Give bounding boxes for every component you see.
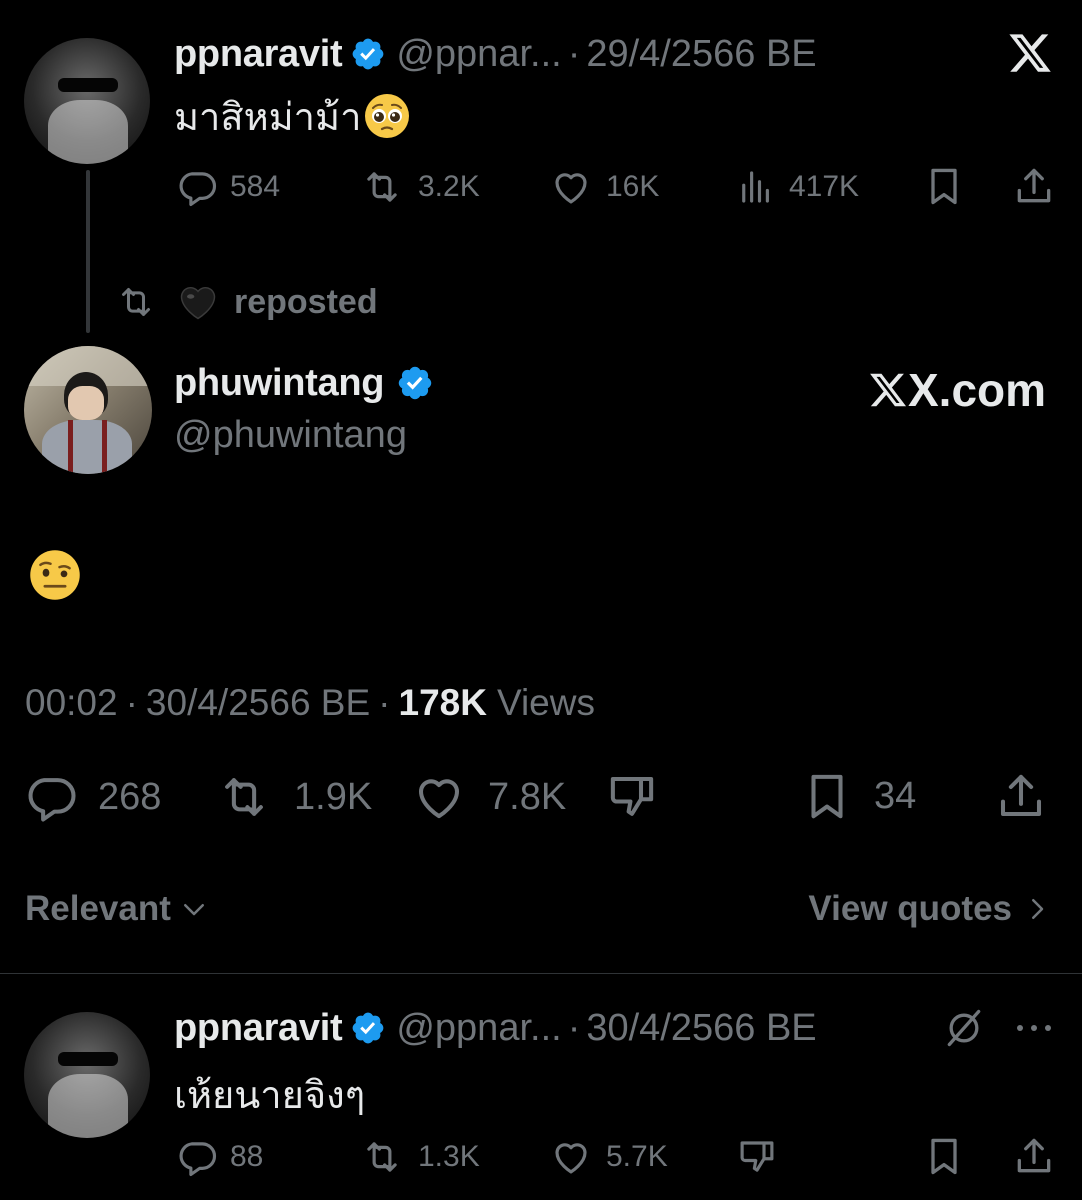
bookmark-icon xyxy=(922,1134,966,1178)
separator-dot: · xyxy=(378,682,391,723)
repost-count: 1.3K xyxy=(418,1140,480,1173)
view-quotes-label: View quotes xyxy=(808,889,1012,928)
thumbs-down-icon xyxy=(734,1136,780,1178)
sort-label: Relevant xyxy=(25,889,171,928)
share-icon xyxy=(1012,164,1056,208)
verified-badge-icon xyxy=(350,1010,386,1046)
repost-action[interactable]: 1.9K xyxy=(214,770,372,824)
repost-action[interactable]: 1.3K xyxy=(358,1136,480,1178)
tweet-date[interactable]: 30/4/2566 BE xyxy=(146,682,370,724)
tweet-text: มาสิหม่าม้า xyxy=(174,90,411,142)
repost-icon xyxy=(214,770,274,824)
like-count: 5.7K xyxy=(606,1140,668,1173)
separator-dot: · xyxy=(125,682,138,723)
heart-icon xyxy=(548,166,594,208)
main-handle-row: @phuwintang xyxy=(174,414,407,457)
repost-indicator: reposted xyxy=(114,278,378,326)
tweet-text-content: มาสิหม่าม้า xyxy=(174,96,362,139)
bookmark-count: 34 xyxy=(874,774,917,817)
like-action[interactable]: 7.8K xyxy=(410,770,566,824)
reply-action[interactable]: 584 xyxy=(176,166,280,208)
like-action[interactable]: 5.7K xyxy=(548,1136,668,1178)
thread-connector xyxy=(86,170,90,333)
separator-dot: · xyxy=(567,1006,581,1049)
views-label[interactable]: Views xyxy=(497,682,595,724)
bookmark-action[interactable] xyxy=(922,1134,966,1178)
repost-count: 3.2K xyxy=(418,170,480,203)
like-action[interactable]: 16K xyxy=(548,166,659,208)
tweet-time[interactable]: 00:02 xyxy=(25,682,118,724)
reply-action[interactable]: 88 xyxy=(176,1136,263,1178)
main-tweet-header: phuwintang xyxy=(174,358,434,408)
reply-tweet-header: ppnaravit @ppnar... · 30/4/2566 BE xyxy=(174,1004,817,1052)
share-action[interactable] xyxy=(1012,164,1056,208)
raised-eyebrow-emoji-icon xyxy=(30,550,80,600)
repost-icon xyxy=(358,166,406,208)
avatar-ppnaravit-top[interactable] xyxy=(24,38,150,164)
display-name[interactable]: ppnaravit xyxy=(174,33,343,76)
heart-icon xyxy=(410,770,468,824)
share-action[interactable] xyxy=(1012,1134,1056,1178)
tweet-meta: 00:02 · 30/4/2566 BE · 178K Views xyxy=(25,680,595,726)
avatar-phuwintang[interactable] xyxy=(24,346,152,474)
bookmark-action[interactable]: 34 xyxy=(800,768,916,824)
chevron-down-icon xyxy=(183,904,204,916)
thumbs-down-icon xyxy=(604,770,660,824)
tweet-text-content: เห้ยนายจิงๆ xyxy=(174,1075,366,1117)
tweet-header: ppnaravit @ppnar... · 29/4/2566 BE xyxy=(174,30,817,78)
reply-tweet-text: เห้ยนายจิงๆ xyxy=(174,1064,365,1125)
display-name[interactable]: phuwintang xyxy=(174,362,384,405)
verified-badge-icon xyxy=(350,36,386,72)
views-chart-icon xyxy=(735,166,777,208)
separator-dot: · xyxy=(567,32,581,75)
views-count: 417K xyxy=(789,170,860,203)
timestamp[interactable]: 29/4/2566 BE xyxy=(586,33,816,76)
bookmark-action[interactable] xyxy=(922,164,966,208)
more-options-icon[interactable] xyxy=(1014,1018,1054,1038)
reply-count: 584 xyxy=(230,170,281,203)
reply-count: 88 xyxy=(230,1140,264,1173)
repost-count: 1.9K xyxy=(294,775,373,818)
handle[interactable]: @ppnar... xyxy=(396,33,561,76)
heart-icon xyxy=(548,1136,594,1178)
reply-icon xyxy=(176,166,218,208)
reply-count: 268 xyxy=(98,775,162,818)
xcom-brand: X.com xyxy=(868,364,1046,416)
handle[interactable]: @ppnar... xyxy=(396,1007,561,1050)
reposted-label: reposted xyxy=(234,282,378,321)
verified-badge-icon xyxy=(396,364,434,402)
like-count: 16K xyxy=(606,170,660,203)
share-action[interactable] xyxy=(994,768,1048,824)
grok-icon[interactable] xyxy=(942,1006,986,1050)
section-divider xyxy=(0,973,1082,974)
share-icon xyxy=(994,768,1048,824)
dislike-action[interactable] xyxy=(604,770,660,824)
views-action[interactable]: 417K xyxy=(735,166,859,208)
chevron-right-icon xyxy=(1032,899,1044,919)
like-count: 7.8K xyxy=(488,775,567,818)
reply-icon xyxy=(24,770,78,824)
handle[interactable]: @phuwintang xyxy=(174,414,407,456)
repost-icon xyxy=(358,1136,406,1178)
repost-action[interactable]: 3.2K xyxy=(358,166,480,208)
sort-dropdown[interactable]: Relevant xyxy=(25,886,209,932)
repost-icon xyxy=(114,282,158,322)
black-heart-emoji-icon xyxy=(180,287,216,320)
pleading-face-emoji-icon xyxy=(365,94,410,138)
reply-icon xyxy=(176,1136,218,1178)
avatar-ppnaravit-reply[interactable] xyxy=(24,1012,150,1138)
share-icon xyxy=(1012,1134,1056,1178)
brand-text: X.com xyxy=(908,364,1047,416)
x-logo-icon[interactable] xyxy=(1006,30,1054,76)
dislike-action[interactable] xyxy=(734,1136,780,1178)
views-count[interactable]: 178K xyxy=(399,682,487,724)
bookmark-icon xyxy=(800,768,854,824)
display-name[interactable]: ppnaravit xyxy=(174,1007,343,1050)
view-quotes-link[interactable]: View quotes xyxy=(808,886,1052,932)
reply-action[interactable]: 268 xyxy=(24,770,161,824)
timestamp[interactable]: 30/4/2566 BE xyxy=(586,1007,816,1050)
bookmark-icon xyxy=(922,164,966,208)
